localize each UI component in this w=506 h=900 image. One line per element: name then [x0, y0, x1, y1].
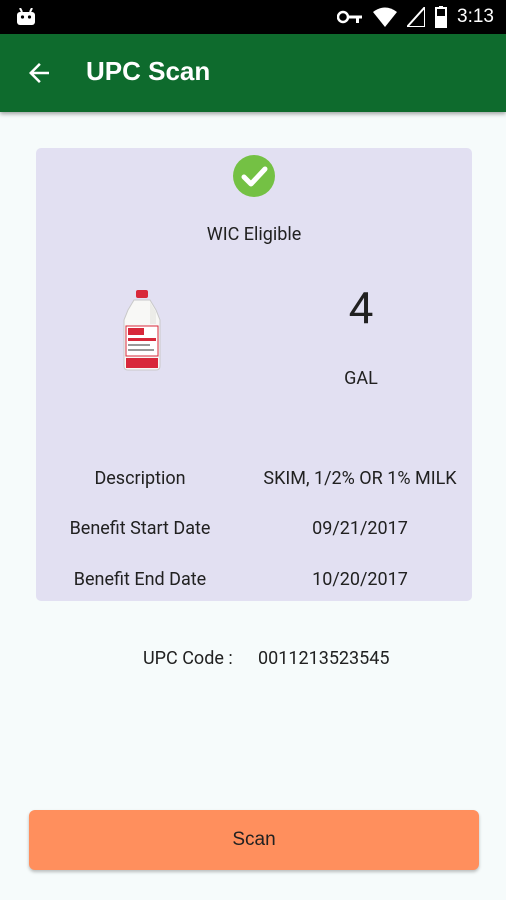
page-title: UPC Scan [86, 56, 211, 86]
detail-value: SKIM, 1/2% OR 1% MILK [263, 468, 457, 489]
back-arrow-icon[interactable] [24, 58, 54, 88]
battery-icon [435, 6, 448, 28]
upc-value: 0011213523545 [258, 648, 390, 669]
detail-label: Benefit End Date [73, 569, 207, 590]
quantity-value: 4 [348, 282, 374, 334]
detail-label: Benefit Start Date [69, 518, 211, 539]
scan-button[interactable]: Scan [29, 810, 479, 870]
upc-label: UPC Code : [143, 648, 233, 669]
wifi-icon [373, 7, 398, 27]
detail-value: 09/21/2017 [312, 518, 408, 539]
product-card: WIC Eligible 4 GAL Description SKIM, 1/2… [36, 148, 472, 601]
detail-label: Description [94, 468, 186, 489]
status-time: 3:13 [457, 6, 494, 27]
quantity-unit: GAL [344, 368, 378, 389]
eligibility-status: WIC Eligible [206, 224, 302, 245]
vpn-key-icon [337, 10, 363, 24]
detail-value: 10/20/2017 [312, 569, 408, 590]
app-bar: UPC Scan [0, 34, 506, 112]
milk-jug-icon [123, 290, 161, 371]
signal-icon [407, 7, 426, 27]
status-bar: 3:13 [0, 0, 506, 34]
check-circle-icon [233, 155, 275, 197]
android-debug-icon [17, 8, 35, 25]
